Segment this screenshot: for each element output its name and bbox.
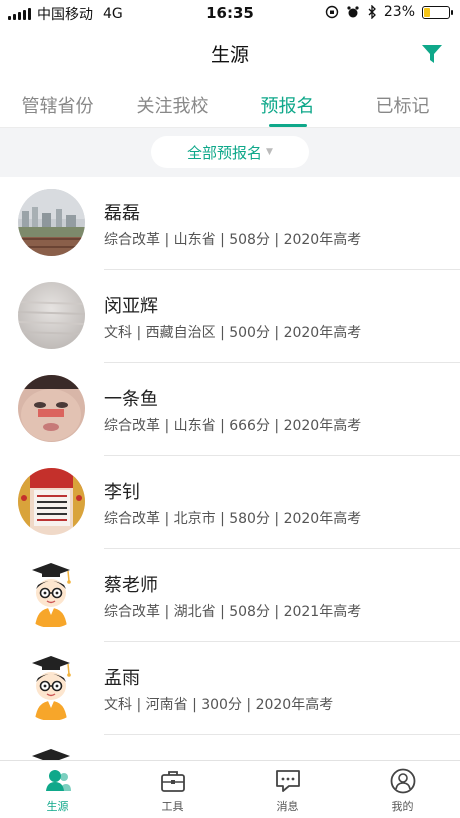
nav-bar: 生源 xyxy=(0,26,460,80)
avatar xyxy=(18,747,85,760)
list-item[interactable]: 蔡老师 综合改革 | 湖北省 | 508分 | 2021年高考 xyxy=(0,549,460,642)
tab-bar-label: 消息 xyxy=(276,800,299,813)
avatar xyxy=(18,561,85,628)
student-meta: 文科 | 西藏自治区 | 500分 | 2020年高考 xyxy=(104,325,362,341)
student-name: 蔡老师 xyxy=(104,575,158,596)
tab-label: 已标记 xyxy=(375,96,430,117)
tab-marked[interactable]: 已标记 xyxy=(345,80,460,127)
tab-bar-label: 工具 xyxy=(161,800,184,813)
tab-bar-item-tools[interactable]: 工具 xyxy=(115,761,230,818)
student-meta: 文科 | 河南省 | 300分 | 2020年高考 xyxy=(104,697,334,713)
student-meta: 综合改革 | 湖北省 | 508分 | 2021年高考 xyxy=(104,604,362,620)
filter-strip: 全部预报名 ▼ xyxy=(0,128,460,177)
tab-bar-item-students[interactable]: 生源 xyxy=(0,761,115,818)
tab-bar-label: 我的 xyxy=(391,800,414,813)
tab-label: 关注我校 xyxy=(136,96,209,117)
avatar xyxy=(18,654,85,721)
list-item[interactable] xyxy=(0,735,460,760)
list-item[interactable]: 闵亚辉 文科 | 西藏自治区 | 500分 | 2020年高考 xyxy=(0,270,460,363)
tab-strip: 管辖省份 关注我校 预报名 已标记 xyxy=(0,80,460,128)
rotation-lock-icon xyxy=(325,5,339,19)
avatar xyxy=(18,282,85,349)
bluetooth-icon xyxy=(368,5,376,19)
tab-bar-label: 生源 xyxy=(46,800,69,813)
status-bar: 中国移动 4G 16:35 23% xyxy=(0,0,460,26)
profile-icon xyxy=(390,768,415,794)
student-name: 磊磊 xyxy=(104,203,140,224)
bottom-tab-bar: 生源 工具 消息 我的 xyxy=(0,760,460,818)
tab-label: 预报名 xyxy=(260,96,315,117)
page-title: 生源 xyxy=(210,44,249,66)
alarm-icon xyxy=(347,6,359,18)
tab-jurisdiction[interactable]: 管辖省份 xyxy=(0,80,115,127)
student-meta: 综合改革 | 山东省 | 508分 | 2020年高考 xyxy=(104,232,362,248)
active-tab-indicator xyxy=(268,124,307,127)
tab-bar-item-messages[interactable]: 消息 xyxy=(230,761,345,818)
tab-bar-item-profile[interactable]: 我的 xyxy=(345,761,460,818)
tab-following[interactable]: 关注我校 xyxy=(115,80,230,127)
caret-down-icon: ▼ xyxy=(266,147,273,157)
list-item[interactable]: 李钊 综合改革 | 北京市 | 580分 | 2020年高考 xyxy=(0,456,460,549)
list-item[interactable]: 孟雨 文科 | 河南省 | 300分 | 2020年高考 xyxy=(0,642,460,735)
dropdown-label: 全部预报名 xyxy=(187,143,263,162)
list-item[interactable]: 磊磊 综合改革 | 山东省 | 508分 | 2020年高考 xyxy=(0,177,460,270)
student-name: 孟雨 xyxy=(104,668,140,689)
avatar xyxy=(18,189,85,256)
student-list: 磊磊 综合改革 | 山东省 | 508分 | 2020年高考 闵亚辉 文科 | … xyxy=(0,177,460,760)
tab-label: 管辖省份 xyxy=(21,96,94,117)
people-icon xyxy=(45,770,71,791)
list-item[interactable]: 一条鱼 综合改革 | 山东省 | 666分 | 2020年高考 xyxy=(0,363,460,456)
filter-icon[interactable] xyxy=(420,42,444,66)
battery-icon xyxy=(422,5,453,19)
student-meta: 综合改革 | 北京市 | 580分 | 2020年高考 xyxy=(104,511,362,527)
tab-pre-registration[interactable]: 预报名 xyxy=(230,80,345,127)
student-meta: 综合改革 | 山东省 | 666分 | 2020年高考 xyxy=(104,418,362,434)
pre-registration-dropdown[interactable]: 全部预报名 ▼ xyxy=(151,136,309,168)
toolbox-icon xyxy=(160,771,185,792)
status-right: 23% xyxy=(325,4,453,20)
student-name: 闵亚辉 xyxy=(104,296,158,317)
message-icon xyxy=(275,770,300,792)
avatar xyxy=(18,375,85,442)
student-name: 一条鱼 xyxy=(104,389,158,410)
battery-percent: 23% xyxy=(383,4,415,20)
avatar xyxy=(18,468,85,535)
student-name: 李钊 xyxy=(104,482,140,503)
